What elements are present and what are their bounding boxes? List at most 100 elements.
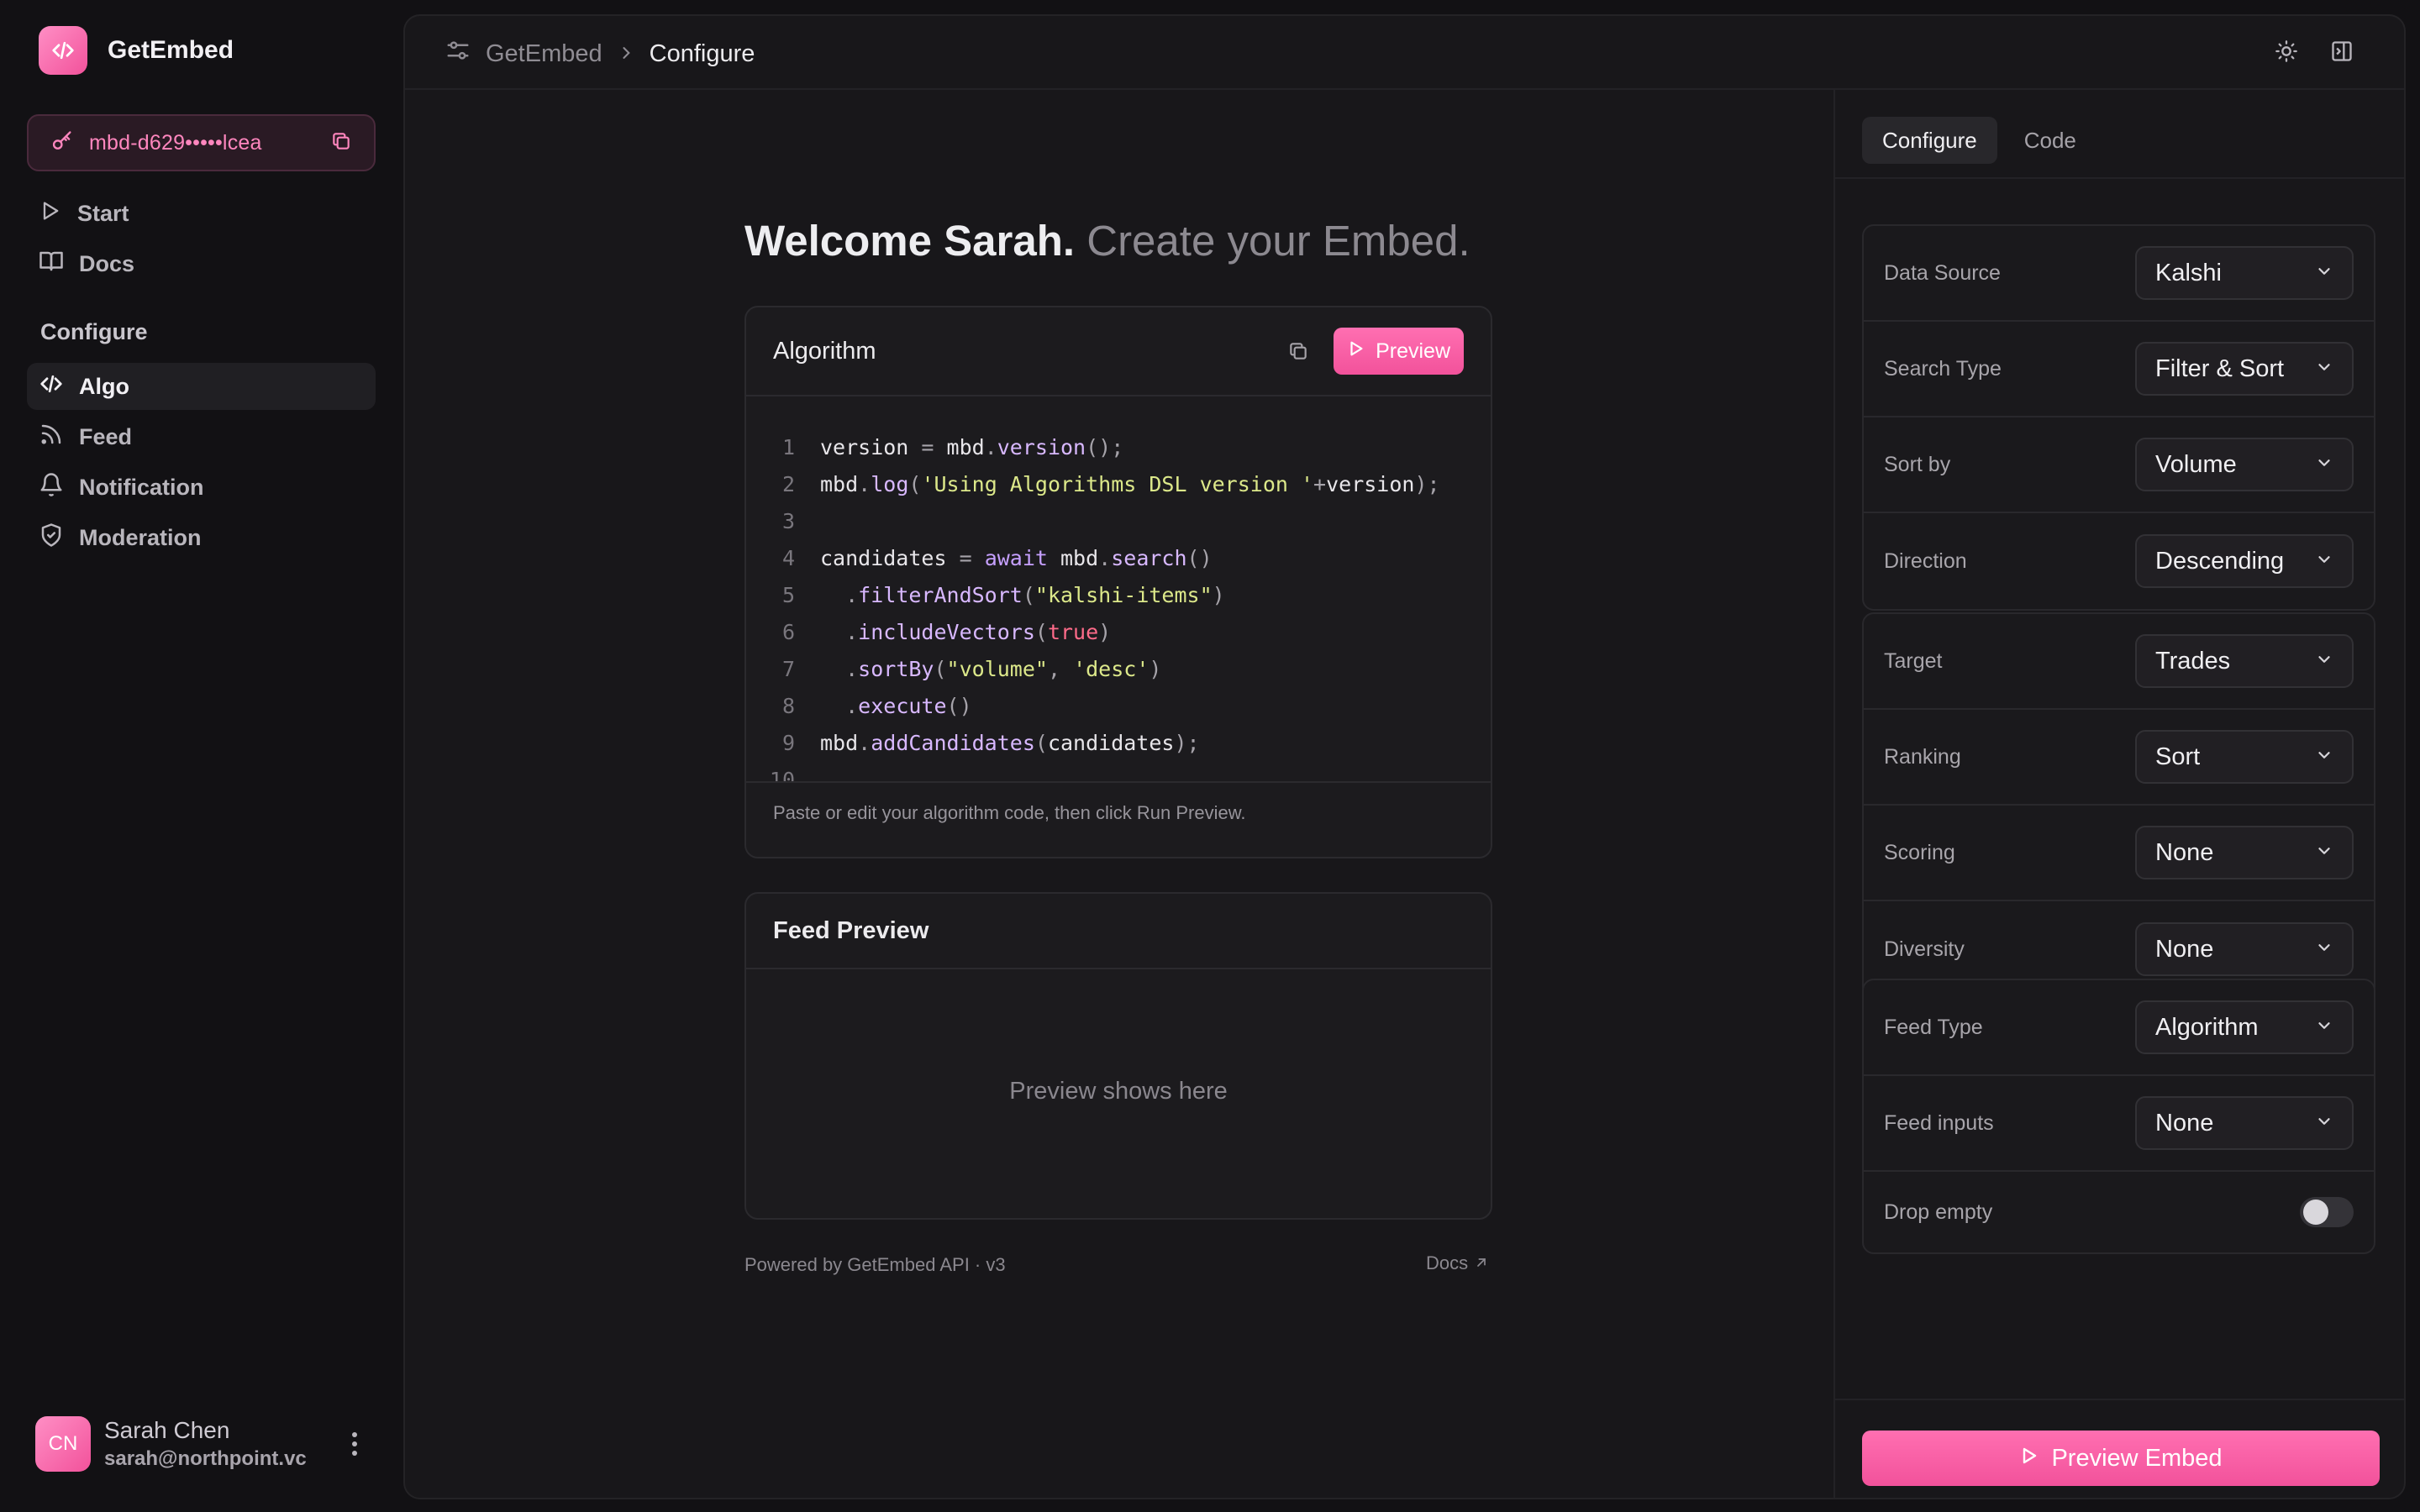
code-token: . — [858, 730, 871, 755]
preview-embed-label: Preview Embed — [2051, 1444, 2223, 1472]
feed-preview-placeholder: Preview shows here — [1009, 1077, 1228, 1105]
powered-by-text: Powered by GetEmbed API · v3 — [744, 1254, 1006, 1275]
code-text: candidates = await mbd.search() — [820, 546, 1213, 570]
panel-right-icon[interactable] — [2330, 39, 2354, 67]
docs-link[interactable]: Docs — [1426, 1252, 1488, 1274]
target-select[interactable]: Trades — [2135, 634, 2354, 688]
line-number: 8 — [781, 693, 795, 718]
code-token: search — [1111, 545, 1187, 570]
copy-icon[interactable] — [330, 130, 352, 156]
code-token: = — [921, 434, 947, 459]
page-title: Welcome Sarah. Create your Embed. — [744, 216, 1470, 265]
preview-embed-button[interactable]: Preview Embed — [1862, 1431, 2380, 1486]
code-icon — [39, 371, 64, 402]
line-number: 3 — [781, 508, 795, 533]
ranking-select[interactable]: Sort — [2135, 730, 2354, 784]
feed-type-select[interactable]: Algorithm — [2135, 1000, 2354, 1054]
select-value: None — [2155, 1109, 2214, 1137]
nav-item-docs[interactable]: Docs — [27, 240, 376, 287]
code-token: ) — [1098, 619, 1112, 644]
code-line: 1 version = mbd.version(); — [746, 428, 1491, 465]
direction-select[interactable]: Descending — [2135, 534, 2354, 588]
tab-code[interactable]: Code — [2004, 117, 2096, 164]
nav-label-algo: Algo — [79, 373, 129, 399]
play-icon — [2019, 1445, 2039, 1473]
chevron-down-icon — [2315, 648, 2333, 675]
breadcrumb-root[interactable]: GetEmbed — [486, 40, 602, 68]
line-number: 4 — [781, 545, 795, 570]
preview-button[interactable]: Preview — [1334, 328, 1464, 375]
drop-empty-toggle[interactable] — [2300, 1197, 2354, 1227]
code-token: mbd — [820, 471, 859, 496]
code-editor[interactable]: 1 version = mbd.version(); 2 mbd.log('Using… — [746, 396, 1491, 782]
tab-configure[interactable]: Configure — [1862, 117, 1997, 164]
nav-item-notification[interactable]: Notification — [27, 464, 376, 511]
top-bar: GetEmbed Configure — [405, 16, 2404, 90]
copy-code-icon[interactable] — [1280, 333, 1317, 370]
feed-inputs-select[interactable]: None — [2135, 1096, 2354, 1150]
code-line: 10 — [746, 761, 1491, 782]
config-label: Search Type — [1884, 356, 2002, 381]
code-text: version = mbd.version(); — [820, 435, 1123, 459]
config-label: Direction — [1884, 549, 1967, 573]
diversity-select[interactable]: None — [2135, 922, 2354, 976]
code-line: 5 .filterAndSort("kalshi-items") — [746, 576, 1491, 613]
welcome-title: Welcome Sarah. — [744, 217, 1076, 265]
nav-item-moderation[interactable]: Moderation — [27, 514, 376, 561]
nav-label-feed: Feed — [79, 423, 133, 449]
key-icon — [50, 129, 74, 157]
data-source-select[interactable]: Kalshi — [2135, 246, 2354, 300]
feed-preview-header: Feed Preview — [746, 894, 1491, 969]
code-text: .sortBy("volume", 'desc') — [820, 657, 1161, 681]
user-profile[interactable]: CN Sarah Chen sarah@northpoint.vc — [35, 1416, 371, 1472]
user-email: sarah@northpoint.vc — [104, 1447, 307, 1470]
docs-link-label: Docs — [1426, 1252, 1469, 1273]
search-type-select[interactable]: Filter & Sort — [2135, 342, 2354, 396]
code-token: ) — [1212, 582, 1225, 607]
algorithm-hint: Paste or edit your algorithm code, then … — [746, 781, 1491, 843]
toggle-knob — [2303, 1200, 2328, 1225]
code-token: filterAndSort — [858, 582, 1023, 607]
sun-icon[interactable] — [2275, 39, 2298, 67]
nav-item-feed[interactable]: Feed — [27, 413, 376, 460]
code-token: ); — [1414, 471, 1440, 496]
brand[interactable]: GetEmbed — [39, 25, 234, 76]
select-value: None — [2155, 838, 2214, 866]
line-number: 5 — [781, 582, 795, 607]
algorithm-card: Algorithm Preview 1 version = mbd.version… — [744, 306, 1492, 858]
code-token: , — [1047, 656, 1074, 681]
select-value: Kalshi — [2155, 259, 2222, 286]
sliders-icon — [445, 38, 471, 70]
brand-name: GetEmbed — [108, 36, 234, 64]
nav-label-notification: Notification — [79, 474, 204, 500]
config-group: Data Source Kalshi Search Type Filter & Sor… — [1862, 224, 2375, 611]
config-label: Drop empty — [1884, 1200, 1993, 1224]
scoring-select[interactable]: None — [2135, 826, 2354, 879]
line-number: 7 — [781, 656, 795, 681]
chevron-down-icon — [2315, 451, 2333, 479]
line-number: 9 — [781, 730, 795, 755]
nav-label-docs: Docs — [79, 250, 135, 276]
arrow-up-right-icon — [1475, 1252, 1488, 1274]
config-row-direction: Direction Descending — [1864, 513, 2374, 609]
code-token: includeVectors — [858, 619, 1035, 644]
config-group: Target Trades Ranking Sort Scoring None Divers… — [1862, 612, 2375, 999]
code-token: . — [845, 656, 859, 681]
more-vertical-icon[interactable] — [338, 1427, 371, 1461]
breadcrumb-current: Configure — [649, 39, 755, 67]
code-token: candidates — [820, 545, 960, 570]
config-row-data-source: Data Source Kalshi — [1864, 226, 2374, 322]
chevron-right-icon — [618, 40, 634, 68]
sort-by-select[interactable]: Volume — [2135, 438, 2354, 491]
config-tabs: Configure Code — [1862, 117, 2096, 164]
code-text: mbd.log('Using Algorithms DSL version '+… — [820, 472, 1440, 496]
code-text: .includeVectors(true) — [820, 620, 1111, 644]
select-value: Descending — [2155, 547, 2285, 575]
nav-item-algo[interactable]: Algo — [27, 363, 376, 410]
code-token: ( — [908, 471, 922, 496]
nav-item-start[interactable]: Start — [27, 190, 376, 237]
divider — [1835, 177, 2404, 179]
rss-icon — [39, 422, 64, 453]
